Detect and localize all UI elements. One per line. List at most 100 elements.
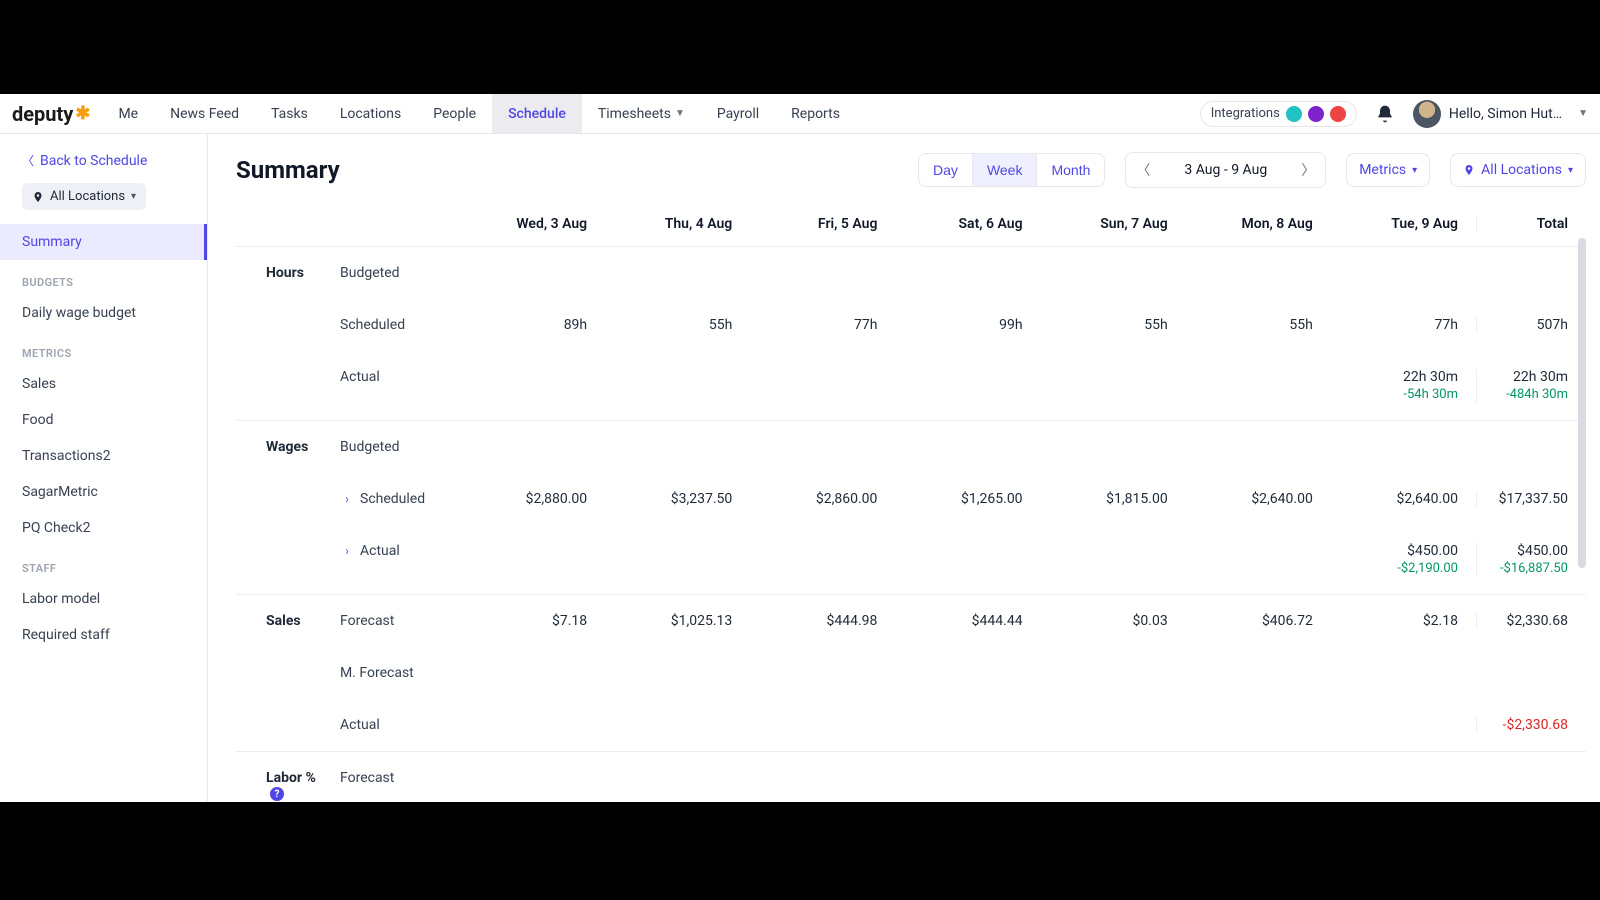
row-wages-scheduled: › Scheduled $2,880.00 $3,237.50 $2,860.0…	[236, 473, 1586, 525]
nav-timesheets[interactable]: Timesheets ▼	[582, 94, 701, 133]
main-content: Summary Day Week Month 〈 3 Aug - 9 Aug 〉…	[208, 134, 1600, 802]
sidebar-item-required-staff[interactable]: Required staff	[0, 617, 207, 653]
category-sales: Sales	[236, 613, 340, 629]
cell-tue: $450.00 -$2,190.00	[1331, 543, 1476, 576]
cell: $444.98	[750, 613, 895, 629]
subrow-label: M. Forecast	[340, 665, 414, 681]
integrations-button[interactable]: Integrations	[1200, 101, 1357, 127]
metrics-dropdown[interactable]: Metrics ▾	[1346, 153, 1430, 187]
cell: 55h	[1186, 317, 1331, 333]
category-labor: Labor % ?	[236, 770, 340, 802]
brand-logo: deputy✱	[12, 102, 90, 126]
sidebar-heading-budgets: BUDGETS	[0, 260, 207, 295]
row-wages-actual: › Actual $450.00 -$2,190.00 $450.00 -$16…	[236, 525, 1586, 594]
row-labor-forecast: Labor % ? Forecast	[236, 752, 1586, 802]
subrow-label: Actual	[360, 543, 400, 559]
scrollbar[interactable]	[1578, 238, 1586, 568]
cell: 99h	[895, 317, 1040, 333]
cell: $2.18	[1331, 613, 1476, 629]
integration-badge-icon	[1308, 106, 1324, 122]
section-wages: Wages Budgeted › Scheduled $2,880.00 $3,…	[236, 421, 1586, 595]
cell-delta: -54h 30m	[1403, 387, 1458, 402]
cell-total: $2,330.68	[1476, 613, 1586, 629]
labor-label: Labor %	[266, 770, 316, 786]
cell: $1,265.00	[895, 491, 1040, 507]
row-hours-actual: Actual 22h 30m -54h 30m 22h 30m -484h 30…	[236, 351, 1586, 420]
chevron-down-icon: ▼	[1578, 108, 1588, 119]
granularity-week[interactable]: Week	[972, 154, 1037, 186]
cell: $2,640.00	[1331, 491, 1476, 507]
sidebar-item-summary[interactable]: Summary	[0, 224, 207, 260]
top-nav: deputy✱ Me News Feed Tasks Locations Peo…	[0, 94, 1600, 134]
cell-tue: 22h 30m -54h 30m	[1331, 369, 1476, 402]
nav-payroll[interactable]: Payroll	[701, 94, 775, 133]
date-range-label[interactable]: 3 Aug - 9 Aug	[1160, 162, 1291, 178]
sidebar-location-filter[interactable]: All Locations ▾	[22, 183, 146, 210]
user-menu[interactable]: Hello, Simon Hut… ▼	[1413, 100, 1588, 128]
nav-news-feed[interactable]: News Feed	[154, 94, 255, 133]
integration-badge-icon	[1330, 106, 1346, 122]
sidebar-item-transactions2[interactable]: Transactions2	[0, 438, 207, 474]
cell-delta: -484h 30m	[1506, 387, 1568, 402]
col-thu: Thu, 4 Aug	[605, 216, 750, 232]
subrow-label: Scheduled	[360, 491, 425, 507]
sidebar-location-label: All Locations	[50, 189, 125, 204]
sidebar-item-sales[interactable]: Sales	[0, 366, 207, 402]
nav-tasks[interactable]: Tasks	[255, 94, 324, 133]
integration-badge-icon	[1286, 106, 1302, 122]
subrow-label: Actual	[340, 717, 380, 733]
cell: 55h	[1041, 317, 1186, 333]
row-hours-scheduled: Scheduled 89h 55h 77h 99h 55h 55h 77h 50…	[236, 299, 1586, 351]
date-range-control: 〈 3 Aug - 9 Aug 〉	[1125, 152, 1326, 188]
row-sales-forecast: Sales Forecast $7.18 $1,025.13 $444.98 $…	[236, 595, 1586, 647]
back-to-schedule-link[interactable]: 〈 Back to Schedule	[0, 146, 207, 183]
subrow-label: Scheduled	[340, 317, 405, 333]
nav-people[interactable]: People	[417, 94, 492, 133]
help-icon[interactable]: ?	[270, 787, 284, 801]
category-wages: Wages	[236, 439, 340, 455]
chevron-down-icon: ▾	[131, 191, 136, 202]
expand-toggle[interactable]: ›	[340, 544, 354, 558]
date-prev-button[interactable]: 〈	[1126, 153, 1160, 187]
row-sales-mforecast: M. Forecast	[236, 647, 1586, 699]
sidebar-item-pq-check2[interactable]: PQ Check2	[0, 510, 207, 546]
greeting-text: Hello, Simon Hut…	[1449, 106, 1562, 122]
granularity-day[interactable]: Day	[919, 154, 972, 186]
cell: $1,815.00	[1041, 491, 1186, 507]
sidebar-item-daily-wage-budget[interactable]: Daily wage budget	[0, 295, 207, 331]
cell-value: $450.00	[1517, 543, 1568, 559]
granularity-month[interactable]: Month	[1036, 154, 1104, 186]
table-header: Wed, 3 Aug Thu, 4 Aug Fri, 5 Aug Sat, 6 …	[236, 202, 1586, 247]
sidebar-heading-staff: STAFF	[0, 546, 207, 581]
nav-schedule[interactable]: Schedule	[492, 94, 582, 133]
cell-total: $17,337.50	[1476, 491, 1586, 507]
nav-timesheets-label: Timesheets	[598, 106, 671, 122]
cell-total: -$2,330.68	[1476, 717, 1586, 733]
chevron-down-icon: ▼	[675, 108, 685, 119]
cell-total: $450.00 -$16,887.50	[1476, 543, 1586, 576]
cell: $2,640.00	[1186, 491, 1331, 507]
locations-dropdown[interactable]: All Locations ▾	[1450, 153, 1586, 187]
nav-me[interactable]: Me	[102, 94, 154, 133]
date-next-button[interactable]: 〉	[1291, 153, 1325, 187]
col-wed: Wed, 3 Aug	[460, 216, 605, 232]
col-sun: Sun, 7 Aug	[1041, 216, 1186, 232]
expand-toggle[interactable]: ›	[340, 492, 354, 506]
subrow-label: Budgeted	[340, 265, 400, 281]
brand-name: deputy	[12, 102, 73, 126]
nav-locations[interactable]: Locations	[324, 94, 417, 133]
sidebar-item-sagarmetric[interactable]: SagarMetric	[0, 474, 207, 510]
cell-value: 22h 30m	[1403, 369, 1458, 385]
sidebar-item-labor-model[interactable]: Labor model	[0, 581, 207, 617]
col-tue: Tue, 9 Aug	[1331, 216, 1476, 232]
nav-reports[interactable]: Reports	[775, 94, 856, 133]
metrics-label: Metrics	[1359, 162, 1406, 178]
subrow-label: Forecast	[340, 770, 394, 786]
sidebar-item-food[interactable]: Food	[0, 402, 207, 438]
cell: 77h	[1331, 317, 1476, 333]
cell-delta: -$16,887.50	[1500, 561, 1568, 576]
cell: 89h	[460, 317, 605, 333]
sidebar: 〈 Back to Schedule All Locations ▾ Summa…	[0, 134, 208, 802]
bell-icon[interactable]	[1375, 104, 1395, 124]
granularity-toggle: Day Week Month	[918, 153, 1105, 187]
